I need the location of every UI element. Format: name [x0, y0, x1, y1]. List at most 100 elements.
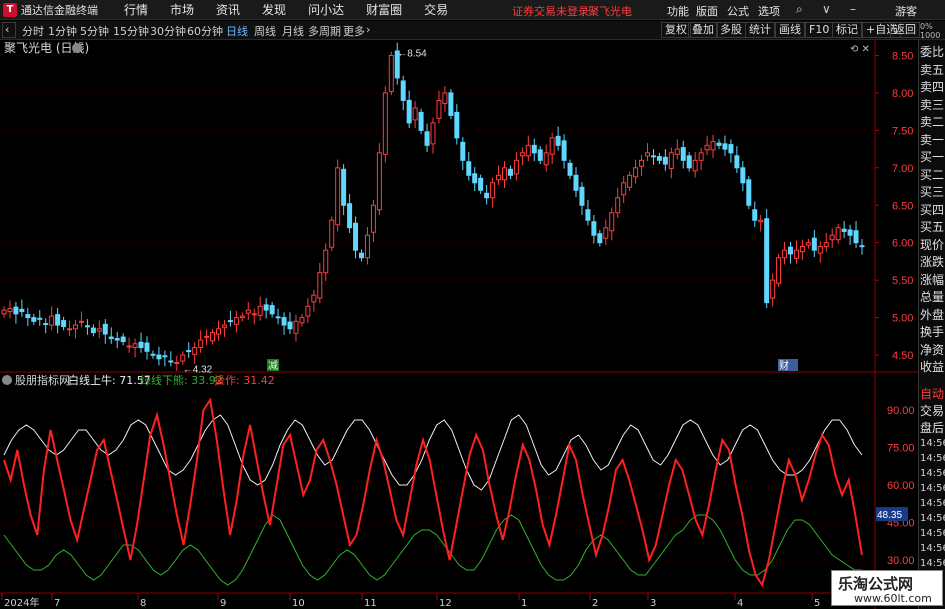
period-tab-9[interactable]: 多周期 — [308, 23, 341, 39]
side-item-12[interactable]: 涨跌 — [920, 254, 945, 271]
side-lower-item-2[interactable]: 盘后 — [920, 420, 945, 437]
side-item-3[interactable]: 卖三 — [920, 97, 945, 114]
side-item-10[interactable]: 买五 — [920, 219, 945, 236]
more-arrow-icon[interactable]: › — [366, 23, 370, 36]
price-tick-label: 5.00 — [892, 313, 913, 325]
price-tick-label: 6.00 — [892, 238, 913, 250]
period-tab-0[interactable]: 分时 — [22, 23, 44, 39]
menu-item-6[interactable]: 交易 — [413, 1, 459, 18]
candle-body — [484, 192, 490, 199]
tool-button-8[interactable]: 返回 — [890, 22, 920, 38]
search-icon[interactable]: ⌕ — [796, 2, 803, 17]
candle-body — [114, 338, 120, 341]
tool-button-5[interactable]: F10 — [805, 22, 834, 38]
candle-body — [674, 148, 680, 155]
side-item-18[interactable]: 收益 — [920, 359, 945, 376]
menu-item-4[interactable]: 问小达 — [297, 1, 355, 18]
side-item-14[interactable]: 总量 — [920, 289, 945, 306]
side-item-1[interactable]: 卖五 — [920, 62, 945, 79]
period-tab-8[interactable]: 月线 — [282, 23, 304, 39]
candle-body — [317, 272, 323, 299]
candle-body — [19, 308, 25, 313]
side-item-0[interactable]: 委比 — [920, 44, 945, 61]
menu-item-0[interactable]: 行情 — [113, 1, 159, 18]
indicator-red-label: 操作: 31.42 — [214, 373, 275, 387]
quote-side-panel: 委比 卖五 卖四 卖三 卖二 卖一 买一 买二 买三 买四 买五 现价 涨跌 涨幅 总量 外盘 换手 净资 收益自动… — [918, 40, 945, 609]
tool-button-6[interactable]: 标记 — [832, 22, 862, 38]
candle-body — [216, 328, 221, 335]
period-tab-6[interactable]: 日线 — [226, 23, 248, 39]
reduce-marker-label: 减 — [268, 360, 278, 372]
candle-body — [829, 234, 835, 241]
menu-item-3[interactable]: 发现 — [251, 1, 297, 18]
tool-button-1[interactable]: 叠加 — [688, 22, 718, 38]
candle-body — [502, 167, 507, 181]
side-item-4[interactable]: 卖二 — [920, 114, 945, 131]
side-item-5[interactable]: 卖一 — [920, 132, 945, 149]
side-item-13[interactable]: 涨幅 — [920, 272, 945, 289]
candle-body — [227, 320, 233, 323]
candle-body — [567, 162, 573, 176]
chevron-down-icon[interactable]: ∨ — [822, 2, 831, 16]
candle-body — [448, 92, 454, 116]
side-item-11[interactable]: 现价 — [920, 237, 945, 254]
period-tab-2[interactable]: 5分钟 — [80, 23, 109, 39]
time-tick-label: 9 — [220, 598, 226, 609]
side-time-7: 14:56 — [920, 543, 945, 554]
side-item-2[interactable]: 卖四 — [920, 79, 945, 96]
indicator-settings-icon — [2, 375, 12, 385]
menu-formula[interactable]: 公式 — [727, 3, 749, 19]
menu-item-1[interactable]: 市场 — [159, 1, 205, 18]
tool-button-2[interactable]: 多股 — [716, 22, 746, 38]
side-lower-item-1[interactable]: 交易 — [920, 403, 945, 420]
time-tick-label: 12 — [439, 598, 452, 609]
period-tab-7[interactable]: 周线 — [254, 23, 276, 39]
app-logo-icon: T — [3, 2, 17, 17]
side-item-9[interactable]: 买四 — [920, 202, 945, 219]
watermark-url: www.60lt.com — [854, 592, 932, 605]
time-tick-label: 2024年 — [4, 596, 39, 609]
side-item-16[interactable]: 换手 — [920, 324, 945, 341]
candle-body — [472, 173, 478, 184]
menu-options[interactable]: 选项 — [758, 3, 780, 19]
candle-body — [376, 152, 382, 211]
side-item-17[interactable]: 净资 — [920, 342, 945, 359]
tool-button-3[interactable]: 统计 — [745, 22, 775, 38]
candle-body — [734, 155, 740, 169]
price-tick-label: 7.00 — [892, 163, 913, 175]
candle-body — [668, 152, 674, 170]
candle-body — [597, 233, 603, 244]
period-tab-5[interactable]: 60分钟 — [187, 23, 223, 39]
back-arrow-icon[interactable]: ‹ — [2, 22, 16, 38]
candle-body — [621, 182, 627, 196]
menu-layout[interactable]: 版面 — [696, 3, 718, 19]
candle-body — [364, 234, 370, 259]
candle-body — [573, 174, 579, 191]
candle-body — [585, 209, 591, 221]
minimize-icon[interactable]: – — [850, 2, 856, 16]
side-item-8[interactable]: 买三 — [920, 184, 945, 201]
indicator-tick-label: 90.00 — [887, 405, 915, 417]
tool-button-4[interactable]: 画线 — [775, 22, 805, 38]
candle-body — [245, 309, 251, 314]
period-tab-1[interactable]: 1分钟 — [48, 23, 77, 39]
period-tab-4[interactable]: 30分钟 — [150, 23, 186, 39]
side-item-15[interactable]: 外盘 — [920, 307, 945, 324]
candle-body — [347, 203, 353, 229]
menu-function[interactable]: 功能 — [667, 3, 689, 19]
chart-area[interactable]: 8.508.007.507.006.506.005.505.004.50聚飞光电… — [0, 40, 918, 609]
time-tick-label: 2 — [592, 598, 598, 609]
side-item-7[interactable]: 买二 — [920, 167, 945, 184]
tool-button-0[interactable]: 复权 — [661, 22, 691, 38]
menu-item-5[interactable]: 财富圈 — [355, 1, 413, 18]
price-tick-label: 7.50 — [892, 125, 913, 137]
period-tab-3[interactable]: 15分钟 — [113, 23, 149, 39]
period-tab-10[interactable]: 更多 — [343, 23, 365, 39]
menu-item-2[interactable]: 资讯 — [205, 1, 251, 18]
side-item-6[interactable]: 买一 — [920, 149, 945, 166]
side-lower-item-0[interactable]: 自动 — [920, 386, 945, 403]
security-status[interactable]: 证券交易未登录 — [512, 3, 589, 19]
user-label[interactable]: 游客 — [895, 3, 917, 19]
side-time-4: 14:56 — [920, 498, 945, 509]
candle-body — [156, 354, 162, 360]
